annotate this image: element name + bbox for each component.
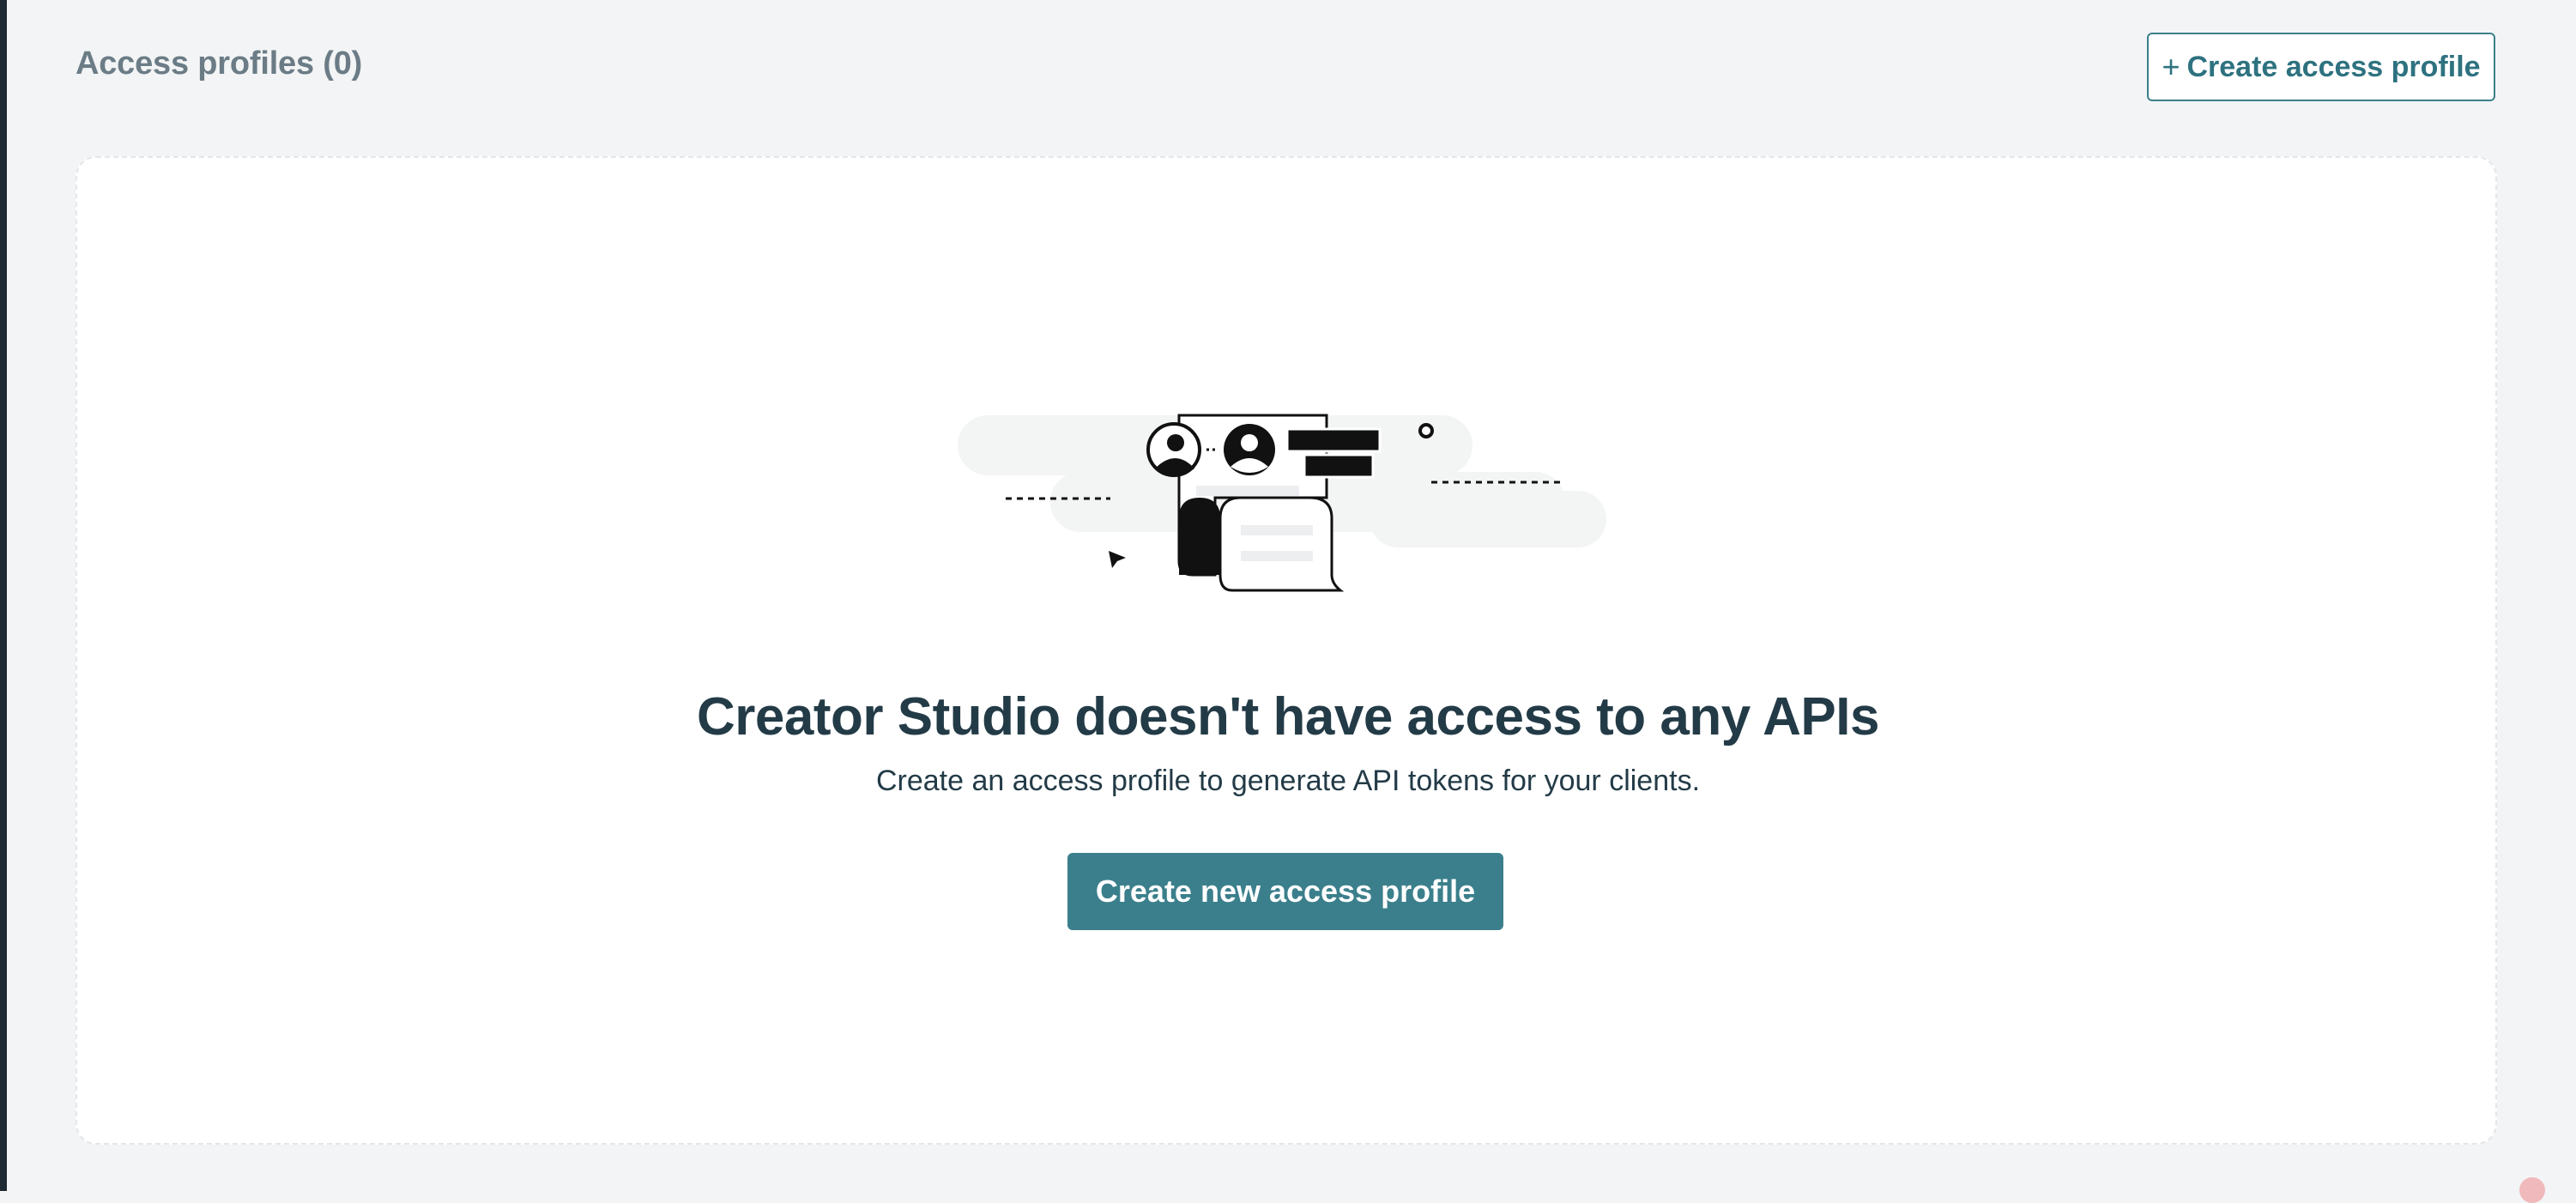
access-profile-illustration (958, 414, 1606, 592)
create-access-profile-label: Create access profile (2186, 50, 2481, 83)
empty-state-card (76, 156, 2497, 1145)
create-access-profile-button[interactable]: + Create access profile (2147, 33, 2495, 101)
page-title: Access profiles (0) (76, 45, 363, 82)
create-new-access-profile-button[interactable]: Create new access profile (1067, 853, 1503, 930)
left-edge-bar (0, 0, 7, 1191)
empty-state-title: Creator Studio doesn't have access to an… (697, 687, 1880, 747)
empty-state-subtitle: Create an access profile to generate API… (875, 765, 1701, 797)
help-widget-icon[interactable] (2519, 1177, 2545, 1203)
plus-icon: + (2162, 49, 2180, 84)
